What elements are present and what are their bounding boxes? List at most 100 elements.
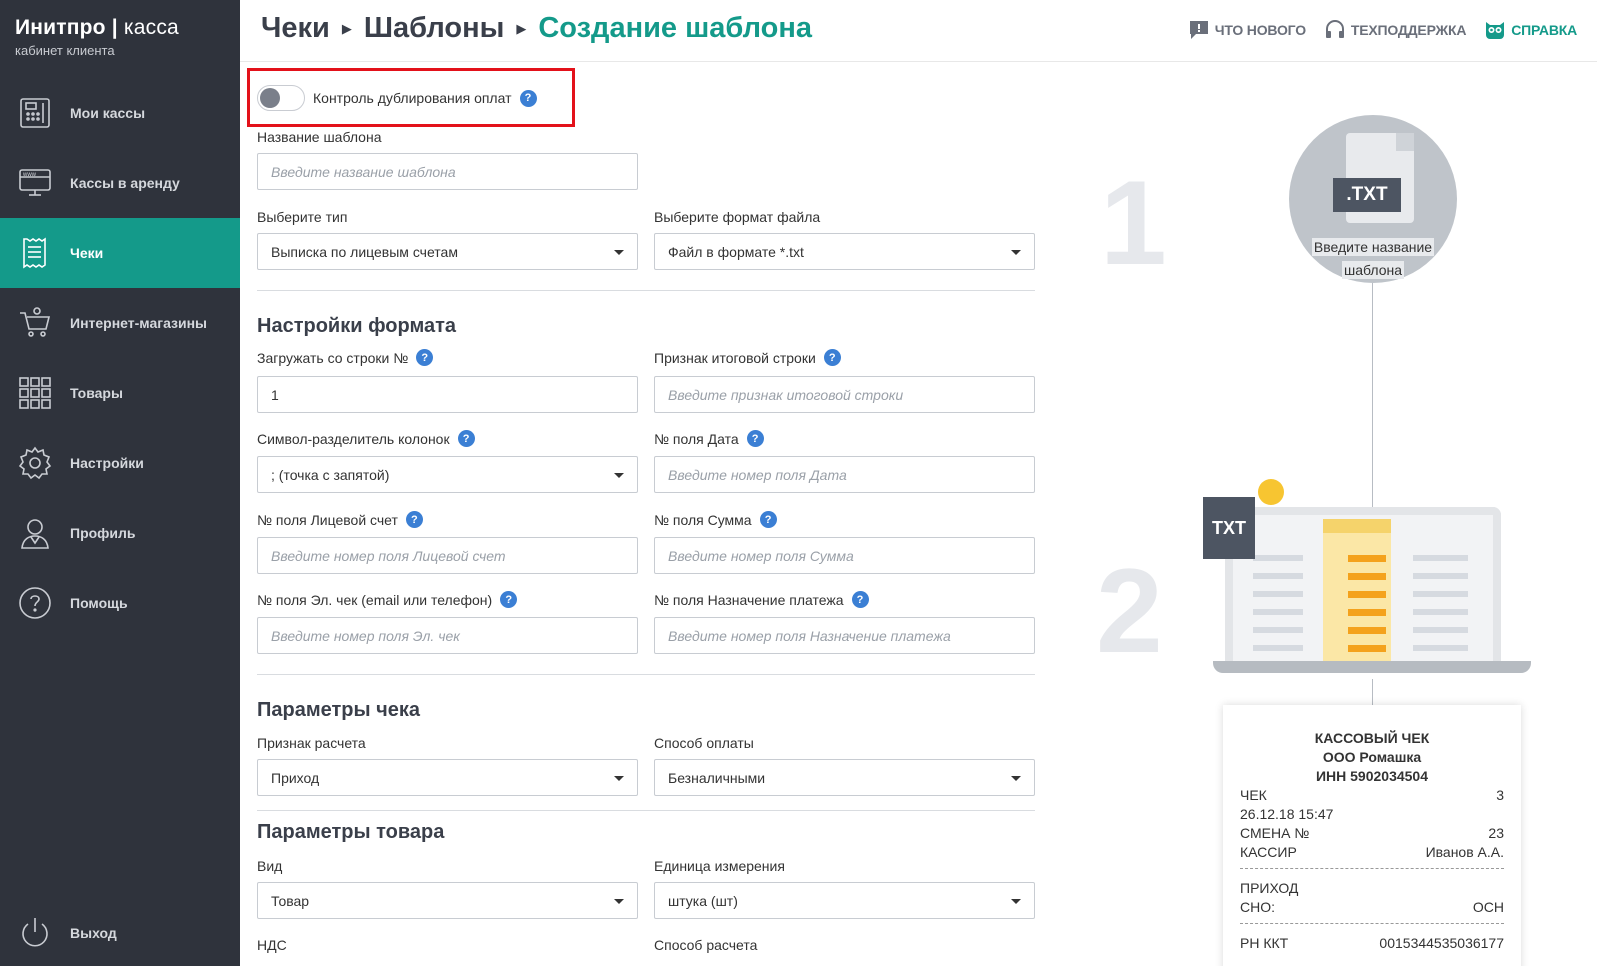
- receipt-row: ПРИХОД: [1240, 880, 1299, 896]
- receipt-row: КАССИР Иванов А.А.: [1240, 844, 1504, 860]
- template-name-input[interactable]: Введите название шаблона: [257, 153, 638, 190]
- sidebar-item-label: Интернет-магазины: [70, 315, 208, 331]
- sidebar-item-receipts[interactable]: Чеки: [0, 218, 240, 288]
- sidebar-item-label: Настройки: [70, 455, 144, 471]
- txt-file-badge: TXT: [1203, 497, 1255, 559]
- cash-register-icon: [17, 95, 53, 131]
- breadcrumb-separator-icon: ▶: [341, 20, 352, 36]
- file-format-label: Выберите формат файла: [654, 209, 821, 225]
- divider: [257, 290, 1035, 291]
- sidebar-item-label: Кассы в аренду: [70, 175, 180, 191]
- logo-subtitle: кабинет клиента: [15, 43, 115, 58]
- user-icon: [17, 515, 53, 551]
- logo[interactable]: Инитпро | касса кабинет клиента: [15, 16, 179, 58]
- email-field-input[interactable]: Введите номер поля Эл. чек: [257, 617, 638, 654]
- grid-icon: [17, 375, 53, 411]
- sidebar-item-online-stores[interactable]: Интернет-магазины: [0, 288, 240, 358]
- payment-method-label: Способ оплаты: [654, 735, 754, 751]
- help-circle-icon: [17, 585, 53, 621]
- unit-select[interactable]: штука (шт): [654, 882, 1035, 919]
- sidebar-item-my-cash-registers[interactable]: Мои кассы: [0, 78, 240, 148]
- sidebar-item-goods[interactable]: Товары: [0, 358, 240, 428]
- sidebar-item-settings[interactable]: Настройки: [0, 428, 240, 498]
- sidebar-item-profile[interactable]: Профиль: [0, 498, 240, 568]
- total-row-input[interactable]: Введите признак итоговой строки: [654, 376, 1035, 413]
- separator-select-value: ; (точка с запятой): [271, 466, 390, 483]
- whats-new-label: ЧТО НОВОГО: [1214, 22, 1306, 38]
- help-question-icon[interactable]: ?: [405, 511, 423, 528]
- support-label: ТЕХПОДДЕРЖКА: [1350, 22, 1467, 38]
- vat-label: НДС: [257, 937, 287, 953]
- sidebar-item-label: Мои кассы: [70, 105, 146, 121]
- logo-title: Инитпро | касса: [15, 16, 179, 40]
- calc-sign-select-value: Приход: [271, 769, 320, 786]
- brand-product: касса: [123, 16, 179, 39]
- purpose-field-input[interactable]: Введите номер поля Назначение платежа: [654, 617, 1035, 654]
- breadcrumb-separator-icon: ▶: [516, 20, 527, 36]
- template-name-label: Название шаблона: [257, 129, 382, 145]
- illustration: 1 2 .TXT Введите название шаблона TXT КА…: [1096, 62, 1570, 966]
- receipt-illustration: КАССОВЫЙ ЧЕК ООО Ромашка ИНН 5902034504 …: [1223, 705, 1521, 966]
- sidebar: Инитпро | касса кабинет клиента Мои касс…: [0, 0, 240, 966]
- breadcrumb-receipts[interactable]: Чеки: [261, 12, 330, 45]
- receipt-row: 26.12.18 15:47: [1240, 806, 1334, 822]
- duplicate-control-toggle[interactable]: [257, 85, 305, 111]
- chevron-down-icon: [614, 473, 624, 478]
- file-format-select[interactable]: Файл в формате *.txt: [654, 233, 1035, 270]
- chevron-down-icon: [1011, 250, 1021, 255]
- breadcrumb-templates[interactable]: Шаблоны: [364, 12, 505, 45]
- help-question-icon[interactable]: ?: [416, 349, 434, 366]
- announcement-icon: [1189, 21, 1208, 39]
- divider: [257, 810, 1035, 811]
- txt-badge: .TXT: [1333, 178, 1401, 212]
- divider: [257, 674, 1035, 675]
- help-question-icon[interactable]: ?: [519, 89, 537, 107]
- gear-icon: [17, 445, 53, 481]
- help-question-icon[interactable]: ?: [746, 430, 764, 447]
- cart-icon: [17, 305, 53, 341]
- receipt-row: СНО: ОСН: [1240, 899, 1504, 915]
- account-field-input[interactable]: Введите номер поля Лицевой счет: [257, 537, 638, 574]
- www-monitor-icon: www: [17, 165, 53, 201]
- help-question-icon[interactable]: ?: [500, 591, 518, 608]
- help-question-icon[interactable]: ?: [759, 511, 777, 528]
- unit-label: Единица измерения: [654, 858, 785, 874]
- logout-label: Выход: [70, 925, 117, 941]
- brand-name: Инитпро: [15, 16, 106, 39]
- payment-method-select-value: Безналичными: [668, 769, 766, 786]
- help-question-icon[interactable]: ?: [851, 591, 869, 608]
- format-settings-title: Настройки формата: [257, 315, 457, 337]
- breadcrumb: Чеки ▶ Шаблоны ▶ Создание шаблона: [261, 12, 812, 45]
- calc-sign-select[interactable]: Приход: [257, 759, 638, 796]
- whats-new-link[interactable]: ЧТО НОВОГО: [1188, 19, 1306, 41]
- goods-params-title: Параметры товара: [257, 821, 445, 843]
- logout-button[interactable]: Выход: [17, 915, 117, 951]
- type-select[interactable]: Выписка по лицевым счетам: [257, 233, 638, 270]
- chevron-down-icon: [1011, 776, 1021, 781]
- sidebar-item-help[interactable]: Помощь: [0, 568, 240, 638]
- help-question-icon[interactable]: ?: [457, 430, 475, 447]
- help-question-icon[interactable]: ?: [823, 349, 841, 366]
- help-link[interactable]: СПРАВКА: [1484, 19, 1577, 41]
- date-field-input[interactable]: Введите номер поля Дата: [654, 456, 1035, 493]
- toggle-knob: [260, 88, 280, 108]
- template-name-step-circle: .TXT Введите название шаблона: [1289, 115, 1457, 283]
- connector-line: [1372, 679, 1373, 707]
- receipt-row: ЧЕК 3: [1240, 787, 1504, 803]
- calc-method-label: Способ расчета: [654, 937, 758, 953]
- chevron-down-icon: [614, 776, 624, 781]
- sidebar-item-rent[interactable]: www Кассы в аренду: [0, 148, 240, 218]
- brand-divider: |: [111, 16, 118, 39]
- calc-sign-label: Признак расчета: [257, 735, 366, 751]
- payment-method-select[interactable]: Безналичными: [654, 759, 1035, 796]
- support-link[interactable]: ТЕХПОДДЕРЖКА: [1324, 19, 1466, 41]
- lightbulb-icon: [1258, 479, 1284, 505]
- receipt-icon: [17, 235, 53, 271]
- sum-field-input[interactable]: Введите номер поля Сумма: [654, 537, 1035, 574]
- start-row-input[interactable]: 1: [257, 376, 638, 413]
- table-illustration: [1253, 519, 1468, 662]
- kind-select[interactable]: Товар: [257, 882, 638, 919]
- receipt-separator: [1240, 923, 1504, 924]
- circle-caption: Введите название шаблона: [1311, 238, 1435, 279]
- separator-select[interactable]: ; (точка с запятой): [257, 456, 638, 493]
